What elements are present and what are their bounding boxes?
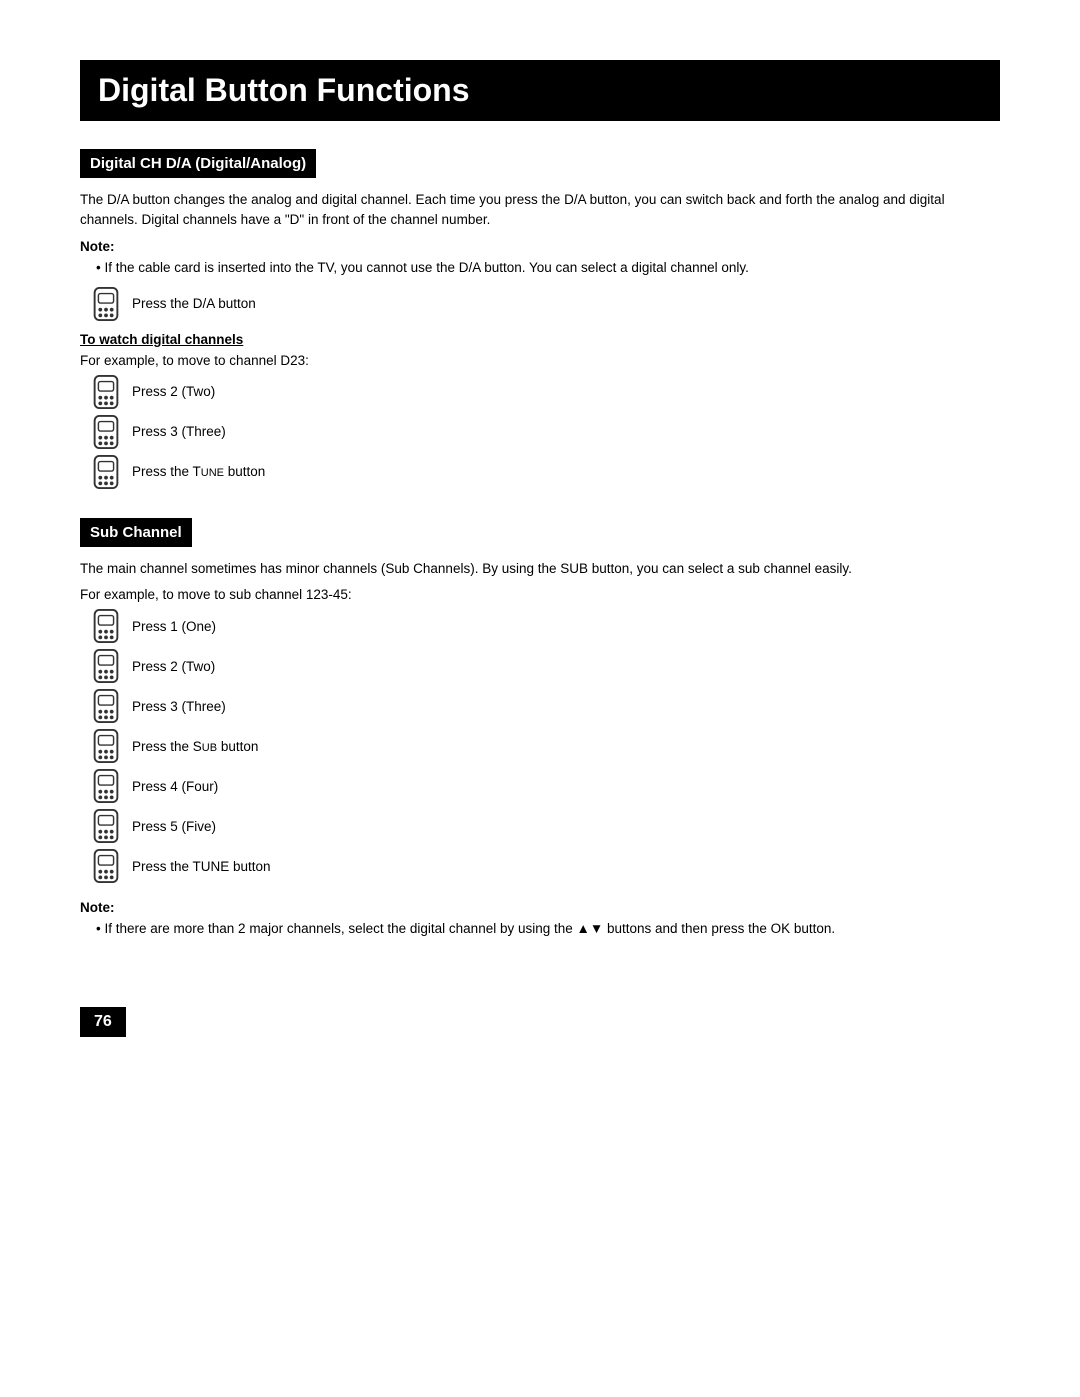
section2-header: Sub Channel — [80, 518, 192, 547]
step-text-2: Press the TUNE button — [132, 464, 265, 479]
watch-digital-label: To watch digital channels — [80, 332, 1000, 347]
page-number-box: 76 — [80, 967, 1000, 1037]
step-row-1: Press 3 (Three) — [90, 414, 1000, 450]
section-sub-channel: Sub Channel The main channel sometimes h… — [80, 518, 1000, 940]
step-text-0: Press 2 (Two) — [132, 384, 215, 399]
step-text-1: Press 3 (Three) — [132, 424, 226, 439]
section1-header: Digital CH D/A (Digital/Analog) — [80, 149, 316, 178]
sub-step-text-5: Press 5 (Five) — [132, 819, 216, 834]
sub-step-row-3: Press the SUB button — [90, 728, 1000, 764]
remote-icon-sub-1 — [90, 648, 122, 684]
sub-step-text-3: Press the SUB button — [132, 739, 258, 754]
sub-step-row-1: Press 2 (Two) — [90, 648, 1000, 684]
remote-icon-1 — [90, 414, 122, 450]
sub-step-text-0: Press 1 (One) — [132, 619, 216, 634]
remote-icon-sub-5 — [90, 808, 122, 844]
sub-step-row-5: Press 5 (Five) — [90, 808, 1000, 844]
page-title: Digital Button Functions — [80, 60, 1000, 121]
step-row-2: Press the TUNE button — [90, 454, 1000, 490]
step-row-0: Press 2 (Two) — [90, 374, 1000, 410]
section1-example: For example, to move to channel D23: — [80, 353, 1000, 368]
sub-step-text-4: Press 4 (Four) — [132, 779, 218, 794]
sub-step-row-4: Press 4 (Four) — [90, 768, 1000, 804]
section1-note-text: If the cable card is inserted into the T… — [80, 258, 1000, 278]
remote-icon-sub-2 — [90, 688, 122, 724]
remote-icon-sub-3 — [90, 728, 122, 764]
section2-body: The main channel sometimes has minor cha… — [80, 559, 1000, 579]
section-digital-ch-da: Digital CH D/A (Digital/Analog) The D/A … — [80, 149, 1000, 490]
section1-body: The D/A button changes the analog and di… — [80, 190, 1000, 231]
remote-icon-sub-4 — [90, 768, 122, 804]
remote-icon-0 — [90, 374, 122, 410]
da-step-text: Press the D/A button — [132, 296, 256, 311]
sub-step-row-6: Press the TUNE button — [90, 848, 1000, 884]
sub-step-text-1: Press 2 (Two) — [132, 659, 215, 674]
sub-step-text-6: Press the TUNE button — [132, 859, 271, 874]
sub-step-row-2: Press 3 (Three) — [90, 688, 1000, 724]
remote-icon-sub-0 — [90, 608, 122, 644]
section1-note-label: Note: — [80, 239, 1000, 254]
section2-example: For example, to move to sub channel 123-… — [80, 587, 1000, 602]
remote-icon-sub-6 — [90, 848, 122, 884]
sub-step-row-0: Press 1 (One) — [90, 608, 1000, 644]
remote-icon-da — [90, 286, 122, 322]
section2-note-label: Note: — [80, 900, 1000, 915]
sub-step-text-2: Press 3 (Three) — [132, 699, 226, 714]
remote-icon-2 — [90, 454, 122, 490]
section2-note-text: If there are more than 2 major channels,… — [80, 919, 1000, 939]
da-step-row: Press the D/A button — [90, 286, 1000, 322]
